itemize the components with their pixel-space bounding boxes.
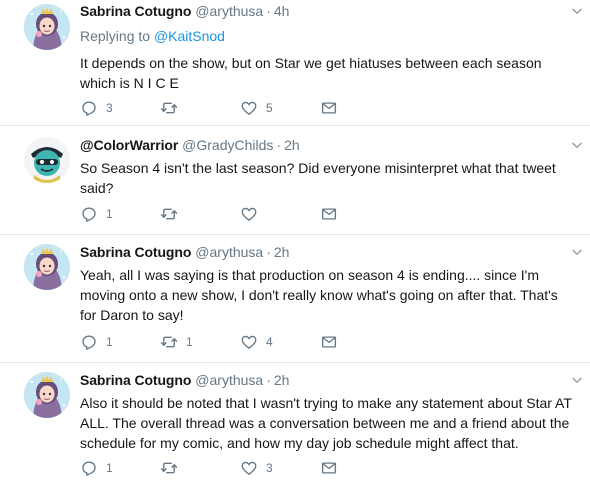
chevron-down-icon[interactable] bbox=[570, 245, 584, 259]
tweet-header: @ColorWarrior @GradyChilds · 2h bbox=[80, 136, 576, 154]
direct-message-button[interactable] bbox=[320, 98, 338, 118]
display-name[interactable]: Sabrina Cotugno bbox=[80, 2, 191, 20]
tweet-content: Sabrina Cotugno @arythusa · 2h Also it s… bbox=[80, 371, 576, 453]
tweet[interactable]: Sabrina Cotugno @arythusa · 2h Yeah, all… bbox=[0, 235, 590, 363]
reply-count: 3 bbox=[106, 101, 113, 115]
tweet-header: Sabrina Cotugno @arythusa · 2h bbox=[80, 243, 576, 261]
tweet-thread: Sabrina Cotugno @arythusa · 4h Replying … bbox=[0, 0, 590, 480]
tweet-content: Sabrina Cotugno @arythusa · 4h Replying … bbox=[80, 2, 576, 93]
envelope-icon bbox=[320, 205, 338, 223]
display-name[interactable]: Sabrina Cotugno bbox=[80, 243, 191, 261]
heart-icon bbox=[240, 99, 258, 117]
replying-to-label: Replying to bbox=[80, 28, 151, 44]
timestamp[interactable]: 4h bbox=[274, 2, 290, 20]
tweet-text: Also it should be noted that I wasn't tr… bbox=[80, 395, 572, 451]
envelope-icon bbox=[320, 99, 338, 117]
tweet-header: Sabrina Cotugno @arythusa · 2h bbox=[80, 371, 576, 389]
retweet-button[interactable] bbox=[160, 458, 186, 478]
like-button[interactable]: 4 bbox=[240, 332, 273, 352]
heart-icon bbox=[240, 205, 258, 223]
reply-button[interactable]: 1 bbox=[80, 458, 113, 478]
separator-dot: · bbox=[266, 372, 271, 388]
tweet-text: It depends on the show, but on Star we g… bbox=[80, 55, 542, 91]
envelope-icon bbox=[320, 459, 338, 477]
tweet-text: Yeah, all I was saying is that productio… bbox=[80, 267, 558, 323]
display-name[interactable]: Sabrina Cotugno bbox=[80, 371, 191, 389]
like-count: 3 bbox=[266, 461, 273, 475]
reply-icon bbox=[80, 205, 98, 223]
retweet-button[interactable] bbox=[160, 204, 186, 224]
chevron-down-icon[interactable] bbox=[570, 373, 584, 387]
reply-icon bbox=[80, 99, 98, 117]
like-button[interactable] bbox=[240, 204, 266, 224]
tweet[interactable]: Sabrina Cotugno @arythusa · 4h Replying … bbox=[0, 0, 590, 126]
timestamp[interactable]: 2h bbox=[274, 371, 290, 389]
retweet-count: 1 bbox=[186, 335, 193, 349]
chevron-down-icon[interactable] bbox=[570, 138, 584, 152]
direct-message-button[interactable] bbox=[320, 332, 338, 352]
like-button[interactable]: 3 bbox=[240, 458, 273, 478]
retweet-icon bbox=[160, 333, 178, 351]
envelope-icon bbox=[320, 333, 338, 351]
like-count: 5 bbox=[266, 101, 273, 115]
direct-message-button[interactable] bbox=[320, 458, 338, 478]
sabrina-avatar-icon[interactable] bbox=[24, 4, 70, 50]
separator-dot: · bbox=[266, 3, 271, 19]
tweet[interactable]: @ColorWarrior @GradyChilds · 2h So Seaso… bbox=[0, 126, 590, 235]
retweet-button[interactable]: 1 bbox=[160, 332, 193, 352]
separator-dot: · bbox=[276, 137, 282, 153]
reply-icon bbox=[80, 459, 98, 477]
retweet-icon bbox=[160, 459, 178, 477]
tweet-header: Sabrina Cotugno @arythusa · 4h bbox=[80, 2, 576, 20]
user-handle[interactable]: @GradyChilds bbox=[182, 136, 273, 154]
chevron-down-icon[interactable] bbox=[570, 4, 584, 18]
reply-count: 1 bbox=[106, 461, 113, 475]
reply-button[interactable]: 3 bbox=[80, 98, 113, 118]
like-button[interactable]: 5 bbox=[240, 98, 273, 118]
colorwarrior-avatar-icon[interactable] bbox=[24, 137, 70, 183]
tweet-content: @ColorWarrior @GradyChilds · 2h So Seaso… bbox=[80, 136, 576, 198]
user-handle[interactable]: @arythusa bbox=[195, 2, 263, 20]
reply-count: 1 bbox=[106, 335, 113, 349]
reply-button[interactable]: 1 bbox=[80, 332, 113, 352]
separator-dot: · bbox=[266, 244, 271, 260]
like-count: 4 bbox=[266, 335, 273, 349]
display-name[interactable]: @ColorWarrior bbox=[80, 136, 178, 154]
retweet-icon bbox=[160, 99, 178, 117]
tweet-text: So Season 4 isn't the last season? Did e… bbox=[80, 160, 556, 196]
user-handle[interactable]: @arythusa bbox=[195, 243, 263, 261]
sabrina-avatar-icon[interactable] bbox=[24, 244, 70, 290]
reply-button[interactable]: 1 bbox=[80, 204, 113, 224]
sabrina-avatar-icon[interactable] bbox=[24, 372, 70, 418]
tweet-content: Sabrina Cotugno @arythusa · 2h Yeah, all… bbox=[80, 243, 576, 325]
direct-message-button[interactable] bbox=[320, 204, 338, 224]
reply-count: 1 bbox=[106, 207, 113, 221]
timestamp[interactable]: 2h bbox=[274, 243, 290, 261]
retweet-button[interactable] bbox=[160, 98, 186, 118]
mention-link[interactable]: @KaitSnod bbox=[154, 28, 225, 44]
timestamp[interactable]: 2h bbox=[284, 136, 300, 154]
retweet-icon bbox=[160, 205, 178, 223]
heart-icon bbox=[240, 459, 258, 477]
tweet[interactable]: Sabrina Cotugno @arythusa · 2h Also it s… bbox=[0, 363, 590, 480]
replying-to: Replying to @KaitSnod bbox=[80, 27, 576, 45]
reply-icon bbox=[80, 333, 98, 351]
user-handle[interactable]: @arythusa bbox=[195, 371, 263, 389]
heart-icon bbox=[240, 333, 258, 351]
